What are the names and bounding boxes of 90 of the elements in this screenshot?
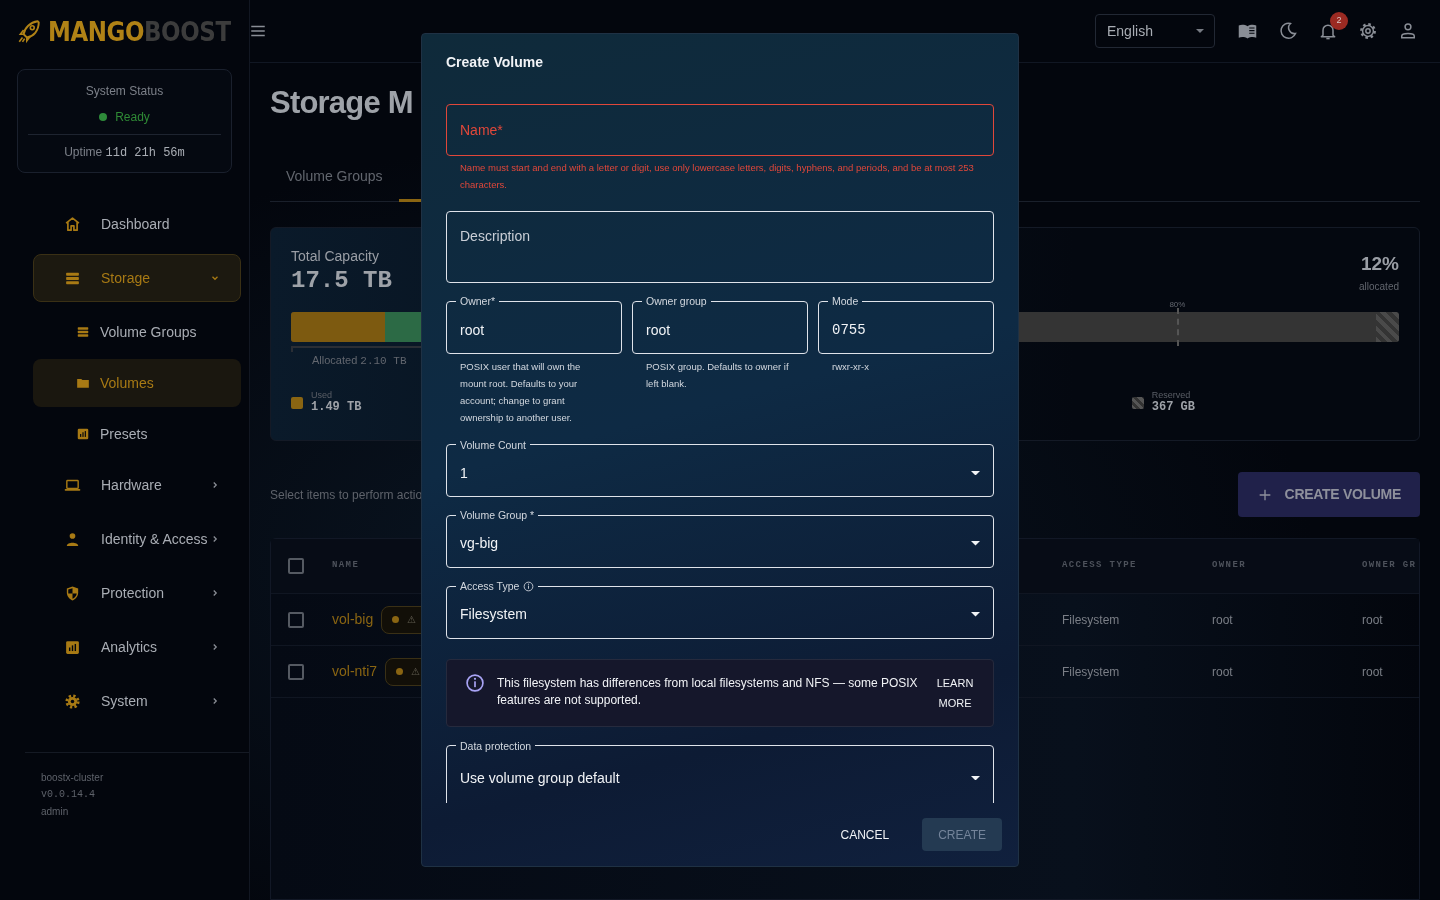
tab[interactable]: Volume Groups xyxy=(270,154,399,202)
volume-name-link[interactable]: vol-big xyxy=(332,609,374,630)
capacity-title: Total Capacity xyxy=(291,247,380,266)
table-cell-text: Filesystem xyxy=(1062,611,1121,629)
used-swatch xyxy=(291,397,303,409)
sidebar-subitem[interactable]: Presets xyxy=(33,410,241,458)
input-field[interactable]: root xyxy=(646,306,794,353)
learn-more-button[interactable]: LEARN MORE xyxy=(933,672,977,713)
helper-text: rwxr-xr-x xyxy=(831,359,870,374)
error-message: Name must start and end with a letter or digit, use only lowercase letters, digits, hyphens, and periods, and be at most 253 characters. xyxy=(459,161,975,192)
page-title: Storage M xyxy=(270,84,413,122)
sidebar-subitem[interactable]: Volume Groups xyxy=(33,308,241,356)
text-field[interactable]: Mode 0755 xyxy=(818,296,994,354)
threshold-marker xyxy=(1177,307,1180,346)
status-text: Ready xyxy=(115,109,150,126)
helper-text: POSIX user that will own the mount root. Defaults to your account; change to grant ownership to another user. xyxy=(459,359,582,425)
column-header: OWNER xyxy=(1212,559,1247,573)
select-all-checkbox[interactable] xyxy=(288,558,304,574)
select-field[interactable]: Data protection Use volume group default xyxy=(446,740,994,803)
home-icon xyxy=(64,215,81,233)
table-cell-text: root xyxy=(1212,663,1234,681)
legend-label: Reserved xyxy=(1151,391,1192,401)
shield-icon xyxy=(64,584,81,602)
user-name: admin xyxy=(41,805,70,819)
moon-icon[interactable] xyxy=(1278,21,1298,41)
table-cell-text: root xyxy=(1212,611,1234,629)
caret-icon xyxy=(971,470,980,476)
allocated-percent: 12% xyxy=(1359,252,1399,276)
dialog-title: Create Volume xyxy=(445,53,544,72)
input-field[interactable]: 0755 xyxy=(832,306,980,353)
sidebar-subitem[interactable]: Volumes xyxy=(33,359,241,407)
create-volume-button[interactable]: CREATE VOLUME xyxy=(1237,472,1420,517)
language-select[interactable]: English xyxy=(1095,14,1215,48)
folder-icon xyxy=(76,376,90,390)
brand-logo: MANGOBOOST xyxy=(48,17,231,45)
sidebar-item[interactable]: Hardware xyxy=(33,461,241,509)
allocated-label: Allocated 2.10 TB xyxy=(312,352,407,369)
select-field[interactable]: Volume Group * vg-big xyxy=(446,510,994,568)
settings-icon[interactable] xyxy=(1358,21,1378,41)
chart-icon xyxy=(76,427,90,441)
gear-icon xyxy=(64,692,81,710)
text-field[interactable]: Owner* root xyxy=(446,296,622,354)
cluster-name: boostx-cluster xyxy=(41,771,105,785)
sidebar-item[interactable]: Identity & Access xyxy=(33,515,241,563)
table-cell-text: root xyxy=(1362,611,1384,629)
allocated-caption: allocated xyxy=(1358,279,1399,294)
sidebar-item[interactable]: Storage xyxy=(33,254,241,302)
select-field[interactable]: Volume Count 1 xyxy=(446,439,994,497)
user-icon[interactable] xyxy=(1398,21,1418,41)
alert-text: This filesystem has differences from local filesystems and NFS — some POSIX features are not supported. xyxy=(497,674,919,709)
table-cell-text: root xyxy=(1362,663,1384,681)
uptime-label: Uptime xyxy=(64,145,103,159)
legend-value: 367 GB xyxy=(1151,400,1195,415)
caret-icon xyxy=(971,541,980,546)
volume-name-link[interactable]: vol-nti7 xyxy=(332,661,378,682)
legend-value: 1.49 TB xyxy=(311,400,362,415)
sidebar-item[interactable]: Protection xyxy=(33,569,241,617)
row-checkbox[interactable] xyxy=(288,611,304,628)
chart-icon xyxy=(64,638,81,656)
column-header: NAME xyxy=(332,559,361,573)
row-checkbox[interactable] xyxy=(288,663,304,680)
helper-text: POSIX group. Defaults to owner if left blank. xyxy=(645,359,790,391)
list-icon xyxy=(76,325,90,339)
uptime-value: 11d 21h 56m xyxy=(105,146,185,160)
caret-icon xyxy=(971,775,980,781)
table-cell-text: Filesystem xyxy=(1062,663,1121,681)
select-field[interactable]: Access Type Filesystem xyxy=(446,580,994,639)
sidebar-item[interactable]: System xyxy=(33,677,241,725)
reserved-swatch xyxy=(1131,397,1144,409)
threshold-label: 80% xyxy=(1169,298,1186,311)
cancel-button[interactable]: CANCEL xyxy=(824,818,906,851)
selection-hint: Select items to perform actio xyxy=(270,486,423,504)
description-field[interactable]: Description xyxy=(446,211,994,283)
caret-icon xyxy=(1196,29,1204,33)
caret-icon xyxy=(971,612,980,617)
input-field[interactable]: root xyxy=(460,306,608,353)
person-icon xyxy=(64,530,81,548)
sidebar-item[interactable]: Dashboard xyxy=(33,200,241,248)
legend-label: Used xyxy=(311,391,333,401)
sidebar-item[interactable]: Analytics xyxy=(33,623,241,671)
rocket-logo-icon xyxy=(16,18,42,44)
status-title: System Status xyxy=(84,83,165,100)
capacity-total: 17.5 TB xyxy=(291,267,392,296)
info-icon xyxy=(465,672,485,693)
notification-badge: 2 xyxy=(1330,12,1348,30)
text-field[interactable]: Owner group root xyxy=(632,296,808,354)
column-header: OWNER GR xyxy=(1362,559,1418,573)
name-field[interactable]: Name* xyxy=(446,104,994,156)
version-text: v0.0.14.4 xyxy=(41,788,96,802)
column-header: ACCESS TYPE xyxy=(1062,559,1138,573)
